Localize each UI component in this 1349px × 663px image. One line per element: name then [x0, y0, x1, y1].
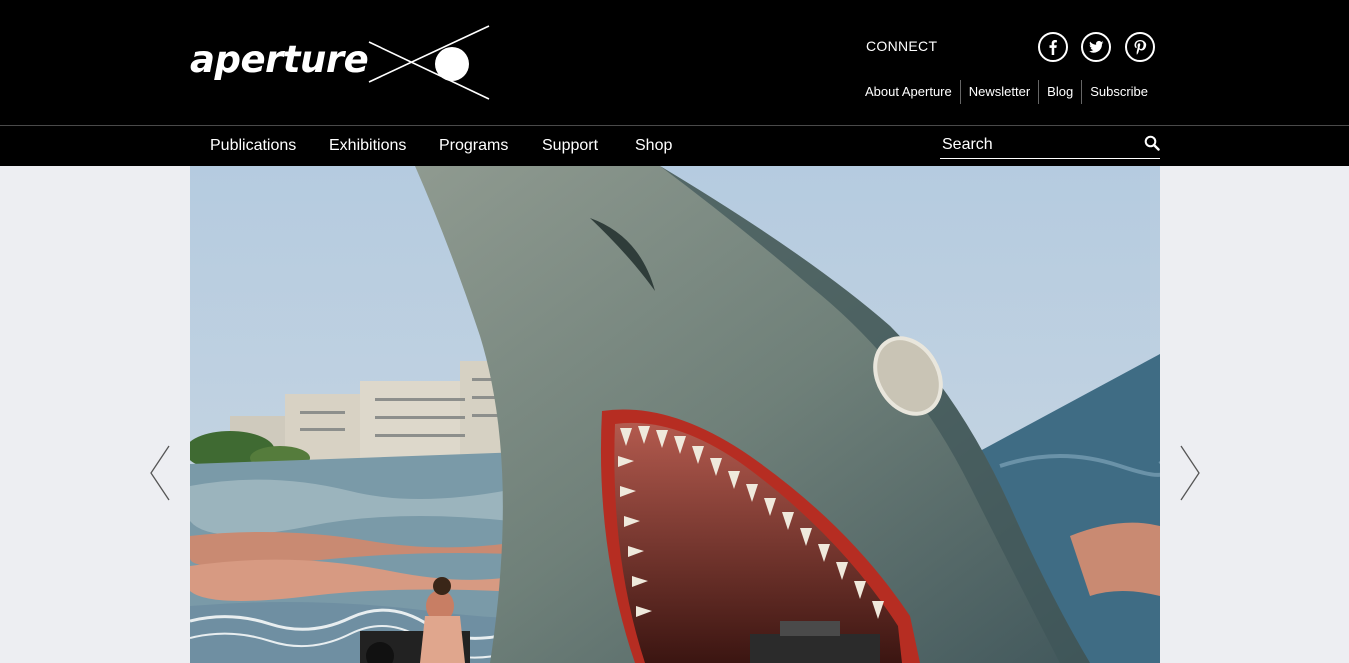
- chevron-right-icon[interactable]: [1178, 444, 1202, 502]
- nav-programs[interactable]: Programs: [439, 137, 508, 155]
- search-box: [940, 134, 1160, 159]
- logo-mark-icon[interactable]: [366, 24, 492, 102]
- site-header: aperture CONNECT About Aperture Newslett…: [0, 0, 1349, 125]
- logo-wordmark[interactable]: aperture: [190, 38, 369, 82]
- facebook-icon[interactable]: [1038, 32, 1068, 62]
- link-newsletter[interactable]: Newsletter: [961, 80, 1040, 104]
- nav-shop[interactable]: Shop: [635, 137, 672, 155]
- link-about[interactable]: About Aperture: [857, 80, 961, 104]
- nav-support[interactable]: Support: [542, 137, 598, 155]
- twitter-icon[interactable]: [1081, 32, 1111, 62]
- pinterest-icon[interactable]: [1125, 32, 1155, 62]
- chevron-left-icon[interactable]: [148, 444, 172, 502]
- search-input[interactable]: [942, 134, 1132, 156]
- main-nav: Publications Exhibitions Programs Suppor…: [0, 125, 1349, 166]
- link-blog[interactable]: Blog: [1039, 80, 1083, 104]
- hero-image[interactable]: [190, 166, 1160, 663]
- shark-photo: [190, 166, 1160, 663]
- utility-links: About Aperture Newsletter Blog Subscribe: [857, 80, 1156, 104]
- connect-label: CONNECT: [866, 38, 938, 54]
- nav-exhibitions[interactable]: Exhibitions: [329, 137, 406, 155]
- nav-publications[interactable]: Publications: [210, 137, 296, 155]
- search-icon[interactable]: [1144, 135, 1160, 151]
- link-subscribe[interactable]: Subscribe: [1082, 80, 1156, 104]
